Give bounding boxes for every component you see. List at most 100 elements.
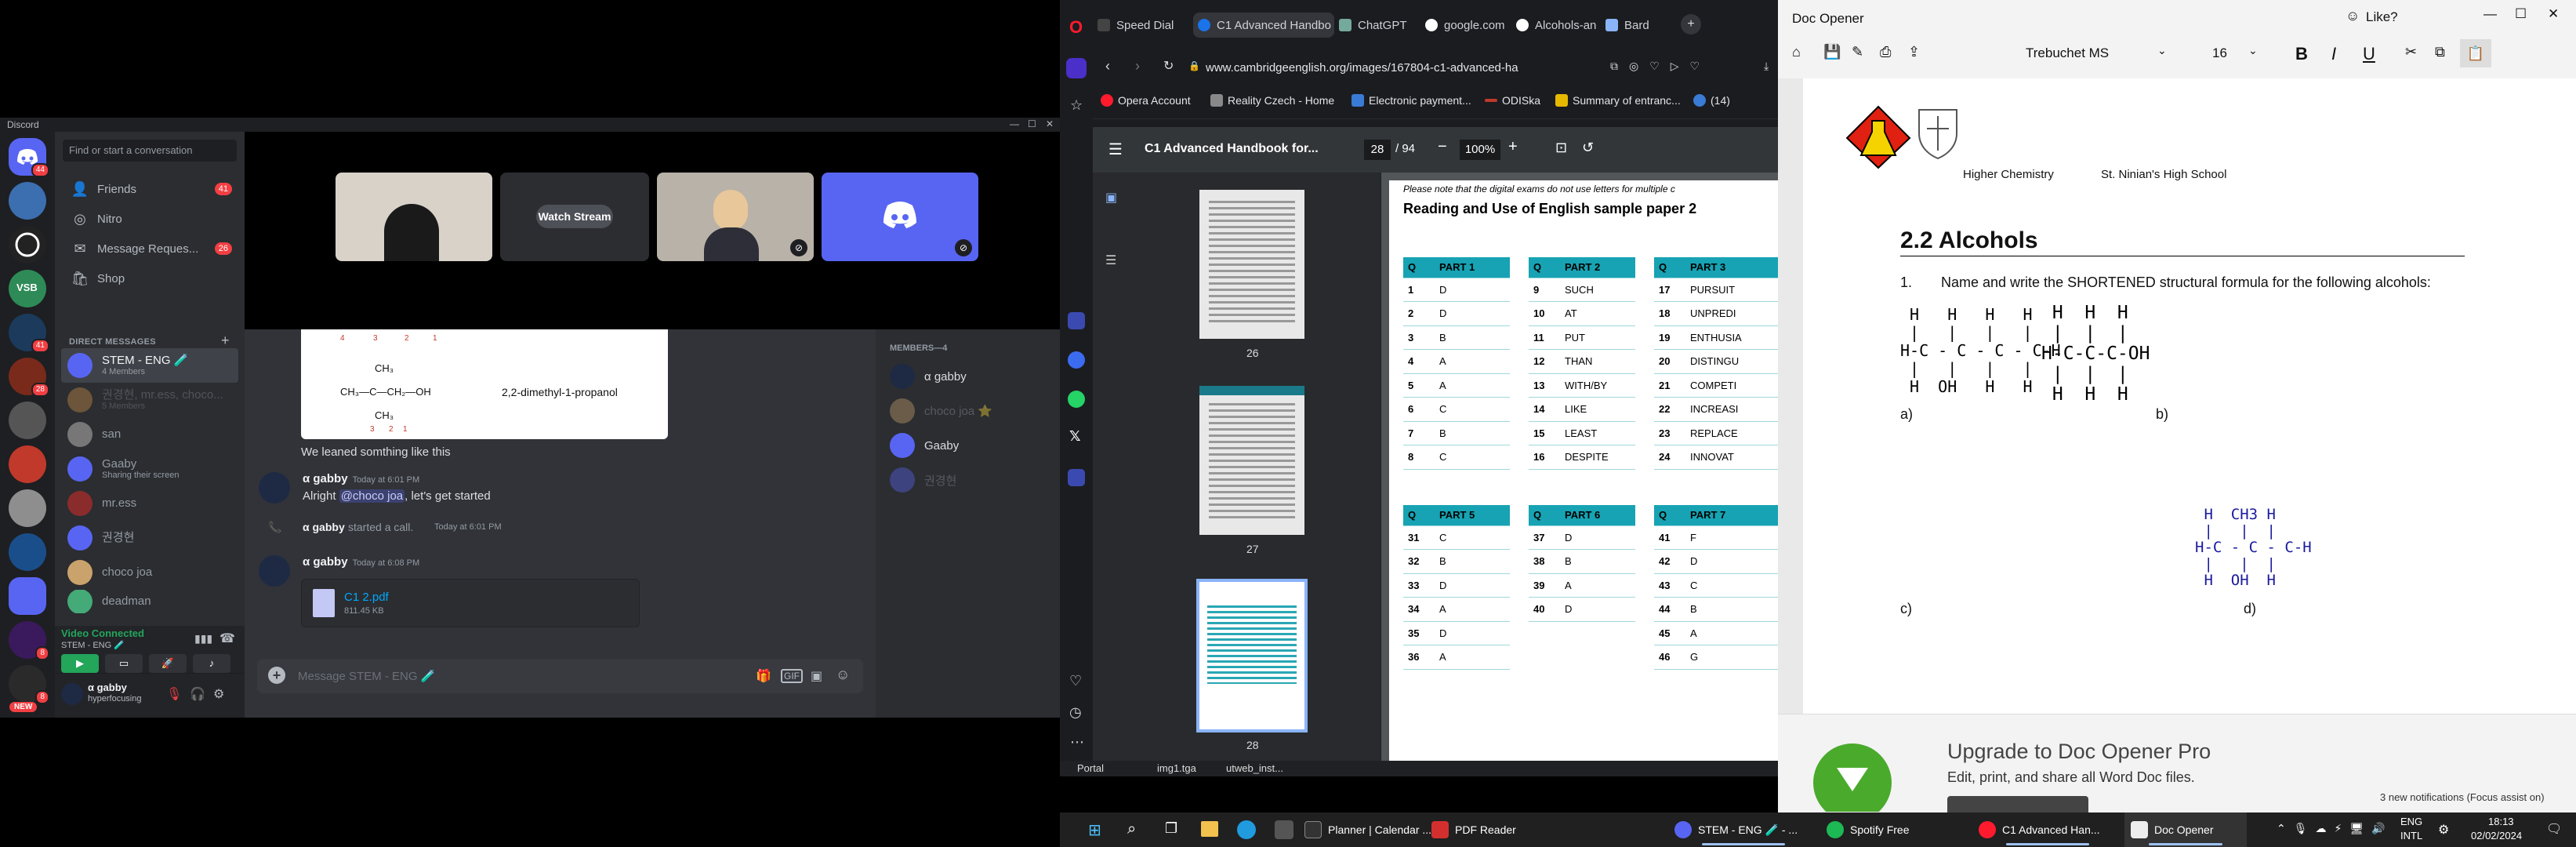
download-item[interactable]: img1.tga [1157, 762, 1196, 774]
file-explorer-icon[interactable] [1201, 821, 1218, 837]
page-thumbnail[interactable] [1199, 386, 1304, 535]
member-item[interactable]: Gaaby [890, 430, 959, 461]
dm-item[interactable]: STEM - ENG 🧪 4 Members [61, 348, 238, 383]
taskbar-app[interactable]: Spotify Free [1827, 812, 1928, 847]
dm-item[interactable]: mr.ess [61, 486, 238, 521]
pinboard-icon[interactable]: ☆ [1070, 97, 1083, 114]
more-icon[interactable]: ⋯ [1070, 734, 1084, 751]
page-thumbnail-selected[interactable] [1196, 579, 1308, 732]
chevron-down-icon[interactable]: ⌄ [2248, 44, 2258, 57]
bookmark[interactable]: Summary of entranc... [1555, 94, 1681, 107]
feedback-label[interactable]: Like? [2366, 9, 2398, 25]
bookmark[interactable]: Opera Account [1101, 94, 1191, 107]
chemistry-image[interactable]: 4 3 2 1 CH₃ CH₃—C—CH₂—OH CH₃ 3 2 1 2,2-d… [301, 329, 668, 439]
member-item[interactable]: 권경현 [890, 464, 956, 496]
taskbar-app[interactable]: Planner | Calendar ... [1304, 812, 1431, 847]
close-icon[interactable]: ✕ [1046, 118, 1054, 129]
font-size-select[interactable]: 16 [2212, 45, 2227, 61]
dm-item[interactable]: 권경현 [61, 521, 238, 555]
clock-time[interactable]: 18:13 [2488, 816, 2514, 827]
thumbnails-icon[interactable]: ▣ [1105, 190, 1117, 205]
soundboard-button[interactable]: ♪ [193, 654, 230, 673]
bookmark[interactable]: (14) [1693, 94, 1730, 107]
print-icon[interactable]: ⎙ [1880, 44, 1891, 60]
nav-friends[interactable]: 👤 Friends 41 [61, 174, 238, 204]
author-name[interactable]: α gabby [303, 521, 345, 533]
chevron-down-icon[interactable]: ⌄ [2157, 44, 2167, 57]
tab[interactable]: google.com [1425, 13, 1513, 38]
outline-icon[interactable]: ☰ [1105, 253, 1116, 268]
extension-icon[interactable] [1068, 469, 1085, 486]
share-screen-button[interactable]: ▭ [105, 654, 143, 673]
page-thumbnail[interactable] [1199, 190, 1304, 339]
share-icon[interactable]: ⇪ [1908, 44, 1920, 60]
gift-icon[interactable]: 🎁 [756, 668, 771, 684]
page-number-input[interactable]: 28 [1364, 140, 1391, 160]
history-icon[interactable]: ◷ [1069, 704, 1082, 721]
dm-item[interactable]: san [61, 417, 238, 452]
avatar[interactable] [259, 472, 290, 503]
download-icon[interactable]: ⤓ [1764, 60, 1769, 73]
emoji-icon[interactable]: ☺ [836, 667, 850, 683]
camera-button[interactable]: ▶ [61, 654, 99, 673]
edit-icon[interactable]: ✎ [1852, 44, 1863, 60]
new-tab-plus-icon[interactable]: + [1681, 14, 1701, 35]
tab[interactable]: Bard [1605, 13, 1668, 38]
server-icon[interactable] [9, 489, 46, 527]
heart-icon[interactable]: ♡ [1069, 673, 1082, 689]
zoom-in-icon[interactable]: + [1508, 138, 1518, 156]
author-name[interactable]: α gabby [303, 472, 348, 485]
x-twitter-icon[interactable]: 𝕏 [1069, 428, 1081, 445]
server-icon[interactable]: 8 [9, 621, 49, 660]
zoom-input[interactable]: 100% [1460, 140, 1500, 160]
gif-icon[interactable]: GIF [781, 669, 803, 683]
edge-icon[interactable] [1237, 820, 1256, 839]
add-dm-icon[interactable]: + [221, 333, 230, 349]
reload-icon[interactable]: ↻ [1163, 58, 1174, 74]
member-item[interactable]: choco joa ⭐ [890, 395, 992, 427]
maximize-icon[interactable]: ☐ [2515, 6, 2527, 22]
url-field[interactable]: www.cambridgeenglish.org/images/167804-c… [1206, 56, 1598, 80]
taskbar-app[interactable]: C1 Advanced Han... [1979, 812, 2117, 847]
save-icon[interactable]: 💾 [1823, 44, 1841, 60]
system-tray-icons[interactable]: ⌃🎙☁⚡🖥🔊 [2277, 822, 2393, 835]
search-input[interactable]: Find or start a conversation [63, 140, 237, 162]
file-name[interactable]: C1 2.pdf [344, 591, 389, 604]
whatsapp-icon[interactable] [1068, 391, 1085, 408]
server-icon[interactable] [9, 182, 46, 220]
fit-page-icon[interactable]: ⊡ [1555, 140, 1567, 156]
video-tile[interactable]: ⊘ [657, 173, 814, 261]
maximize-icon[interactable]: ☐ [1028, 118, 1036, 129]
dm-item[interactable]: 권경현, mr.ess, choco... 5 Members [61, 383, 238, 417]
server-icon[interactable] [9, 533, 46, 571]
upgrade-button[interactable] [1947, 796, 2088, 812]
avatar[interactable] [61, 683, 83, 705]
dm-item[interactable]: Gaaby Sharing their screen [61, 452, 238, 486]
aria-icon[interactable] [1068, 312, 1085, 329]
underline-button[interactable]: U [2363, 44, 2375, 64]
forward-icon[interactable]: › [1135, 58, 1140, 75]
settings-gear-icon[interactable]: ⚙ [213, 686, 224, 702]
dm-item[interactable]: deadman [61, 590, 238, 613]
tab[interactable]: Speed Dial [1098, 13, 1190, 38]
message-input[interactable]: + Message STEM - ENG 🧪 🎁 GIF ▣ ☺ [257, 659, 863, 693]
attach-plus-icon[interactable]: + [268, 667, 285, 684]
download-item[interactable]: Portal [1077, 762, 1104, 774]
nav-message-requests[interactable]: ✉ Message Reques... 26 [61, 234, 238, 264]
opera-logo-icon[interactable]: O [1069, 17, 1083, 38]
server-icon[interactable]: VSB [9, 270, 46, 307]
bold-button[interactable]: B [2295, 44, 2308, 64]
server-icon[interactable]: 8 [9, 665, 49, 704]
tab[interactable]: ChatGPT [1339, 13, 1420, 38]
bookmark[interactable]: ODISka [1485, 94, 1540, 107]
tab-active[interactable]: C1 Advanced Handbo [1193, 13, 1334, 38]
rotate-icon[interactable]: ↺ [1582, 140, 1594, 156]
disconnect-icon[interactable]: ☎ [220, 631, 235, 646]
taskbar-app-active[interactable]: Doc Opener [2124, 812, 2247, 847]
server-icon[interactable] [9, 402, 46, 439]
avatar-tile[interactable]: ⊘ [822, 173, 978, 261]
clock-date[interactable]: 02/02/2024 [2471, 830, 2522, 842]
notifications-icon[interactable]: 🗨 [2546, 821, 2562, 837]
pdf-viewer[interactable]: Please note that the digital exams do no… [1381, 173, 1781, 761]
bookmark[interactable]: Electronic payment... [1351, 94, 1471, 107]
